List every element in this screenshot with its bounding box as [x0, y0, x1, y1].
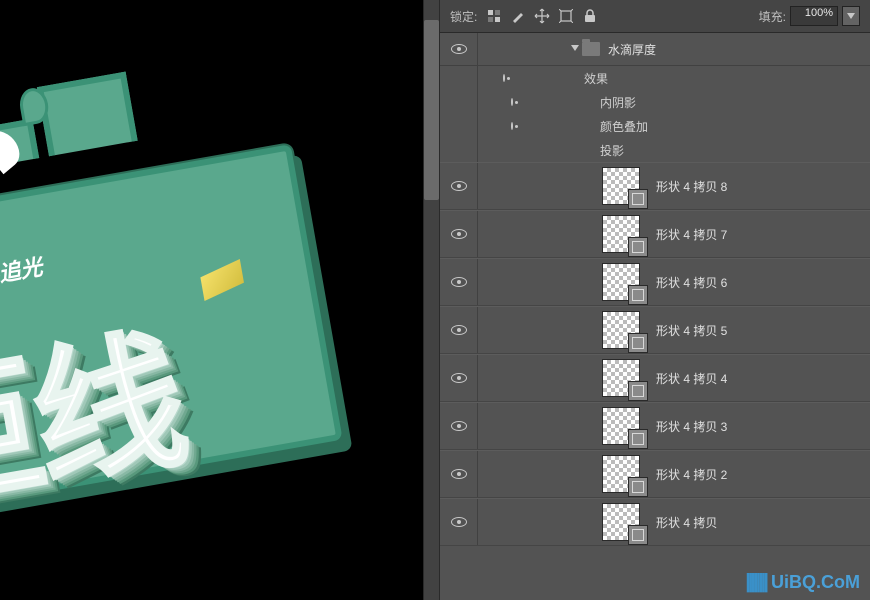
eye-icon	[451, 469, 467, 479]
lock-position-icon[interactable]	[533, 7, 551, 25]
layer-thumbnail[interactable]	[602, 359, 640, 397]
layer-row[interactable]: 形状 4 拷贝 5	[440, 306, 870, 354]
visibility-toggle[interactable]	[440, 66, 478, 90]
visibility-toggle[interactable]	[440, 307, 478, 353]
lock-bar: 锁定: 填充: 100%	[440, 0, 870, 33]
visibility-toggle[interactable]	[440, 451, 478, 497]
visibility-toggle[interactable]	[440, 114, 478, 138]
fx-item-row[interactable]: 投影	[440, 138, 870, 162]
layer-row[interactable]: 形状 4 拷贝 4	[440, 354, 870, 402]
lock-artboard-icon[interactable]	[557, 7, 575, 25]
disclosure-triangle[interactable]	[570, 42, 580, 56]
eye-icon	[451, 44, 467, 54]
eye-icon	[451, 277, 467, 287]
lock-transparency-icon[interactable]	[485, 7, 503, 25]
layer-name[interactable]: 形状 4 拷贝 3	[656, 418, 727, 435]
lock-icons	[485, 7, 599, 25]
layer-thumbnail[interactable]	[602, 503, 640, 541]
fill-input[interactable]: 100%	[790, 6, 838, 26]
visibility-toggle[interactable]	[440, 90, 478, 114]
eye-icon	[451, 181, 467, 191]
layer-row[interactable]: 形状 4 拷贝 6	[440, 258, 870, 306]
group-name[interactable]: 水滴厚度	[608, 41, 656, 58]
layer-name[interactable]: 形状 4 拷贝	[656, 514, 717, 531]
fx-name: 内阴影	[600, 94, 636, 111]
layer-name[interactable]: 形状 4 拷贝 4	[656, 370, 727, 387]
visibility-toggle[interactable]	[440, 403, 478, 449]
scrollbar-thumb[interactable]	[424, 20, 439, 200]
vector-mask-icon	[628, 525, 648, 545]
fill-dropdown[interactable]	[842, 6, 860, 26]
vector-mask-icon	[628, 189, 648, 209]
layer-name[interactable]: 形状 4 拷贝 7	[656, 226, 727, 243]
layer-name[interactable]: 形状 4 拷贝 2	[656, 466, 727, 483]
layer-name[interactable]: 形状 4 拷贝 5	[656, 322, 727, 339]
effects-label: 效果	[584, 70, 608, 87]
layer-thumbnail[interactable]	[602, 167, 640, 205]
lock-label: 锁定:	[450, 8, 477, 25]
vector-mask-icon	[628, 333, 648, 353]
vector-mask-icon	[628, 285, 648, 305]
layer-group-row[interactable]: 水滴厚度	[440, 33, 870, 66]
fx-name: 投影	[600, 142, 624, 159]
vector-mask-icon	[628, 381, 648, 401]
eye-icon	[451, 421, 467, 431]
layer-thumbnail[interactable]	[602, 407, 640, 445]
lock-paint-icon[interactable]	[509, 7, 527, 25]
eye-icon	[451, 229, 467, 239]
layer-thumbnail[interactable]	[602, 263, 640, 301]
visibility-toggle[interactable]	[440, 138, 478, 162]
eye-icon	[511, 122, 513, 130]
fx-item-row[interactable]: 内阴影	[440, 90, 870, 114]
vector-mask-icon	[628, 237, 648, 257]
fx-name: 颜色叠加	[600, 118, 648, 135]
visibility-toggle[interactable]	[440, 33, 478, 65]
layer-thumbnail[interactable]	[602, 215, 640, 253]
visibility-toggle[interactable]	[440, 259, 478, 305]
layer-row[interactable]: 形状 4 拷贝	[440, 498, 870, 546]
layers-list: 水滴厚度 效果 内阴影 颜色叠加 投影 形状 4 拷贝 8	[440, 33, 870, 600]
eye-icon	[451, 325, 467, 335]
layer-row[interactable]: 形状 4 拷贝 2	[440, 450, 870, 498]
vector-mask-icon	[628, 429, 648, 449]
eye-icon	[503, 74, 505, 82]
eye-icon	[451, 517, 467, 527]
artwork: .10 焕美云一起追光 巨线	[0, 94, 409, 565]
layer-row[interactable]: 形状 4 拷贝 7	[440, 210, 870, 258]
visibility-toggle[interactable]	[440, 163, 478, 209]
fill-label: 填充:	[759, 8, 786, 25]
visibility-toggle[interactable]	[440, 211, 478, 257]
effects-row[interactable]: 效果	[440, 66, 870, 90]
layer-thumbnail[interactable]	[602, 311, 640, 349]
layer-row[interactable]: 形状 4 拷贝 3	[440, 402, 870, 450]
eye-icon	[451, 373, 467, 383]
layers-panel: 锁定: 填充: 100%	[440, 0, 870, 600]
visibility-toggle[interactable]	[440, 499, 478, 545]
folder-icon	[582, 42, 600, 56]
layer-name[interactable]: 形状 4 拷贝 6	[656, 274, 727, 291]
fx-item-row[interactable]: 颜色叠加	[440, 114, 870, 138]
layer-row[interactable]: 形状 4 拷贝 8	[440, 162, 870, 210]
canvas-scrollbar-vertical[interactable]	[423, 0, 440, 600]
layer-name[interactable]: 形状 4 拷贝 8	[656, 178, 727, 195]
eye-icon	[511, 98, 513, 106]
layer-thumbnail[interactable]	[602, 455, 640, 493]
badge-notch2	[37, 72, 138, 157]
watermark: |||||||| UiBQ.CoM	[745, 571, 860, 594]
vector-mask-icon	[628, 477, 648, 497]
lock-all-icon[interactable]	[581, 7, 599, 25]
document-canvas[interactable]: .10 焕美云一起追光 巨线	[0, 0, 423, 600]
visibility-toggle[interactable]	[440, 355, 478, 401]
